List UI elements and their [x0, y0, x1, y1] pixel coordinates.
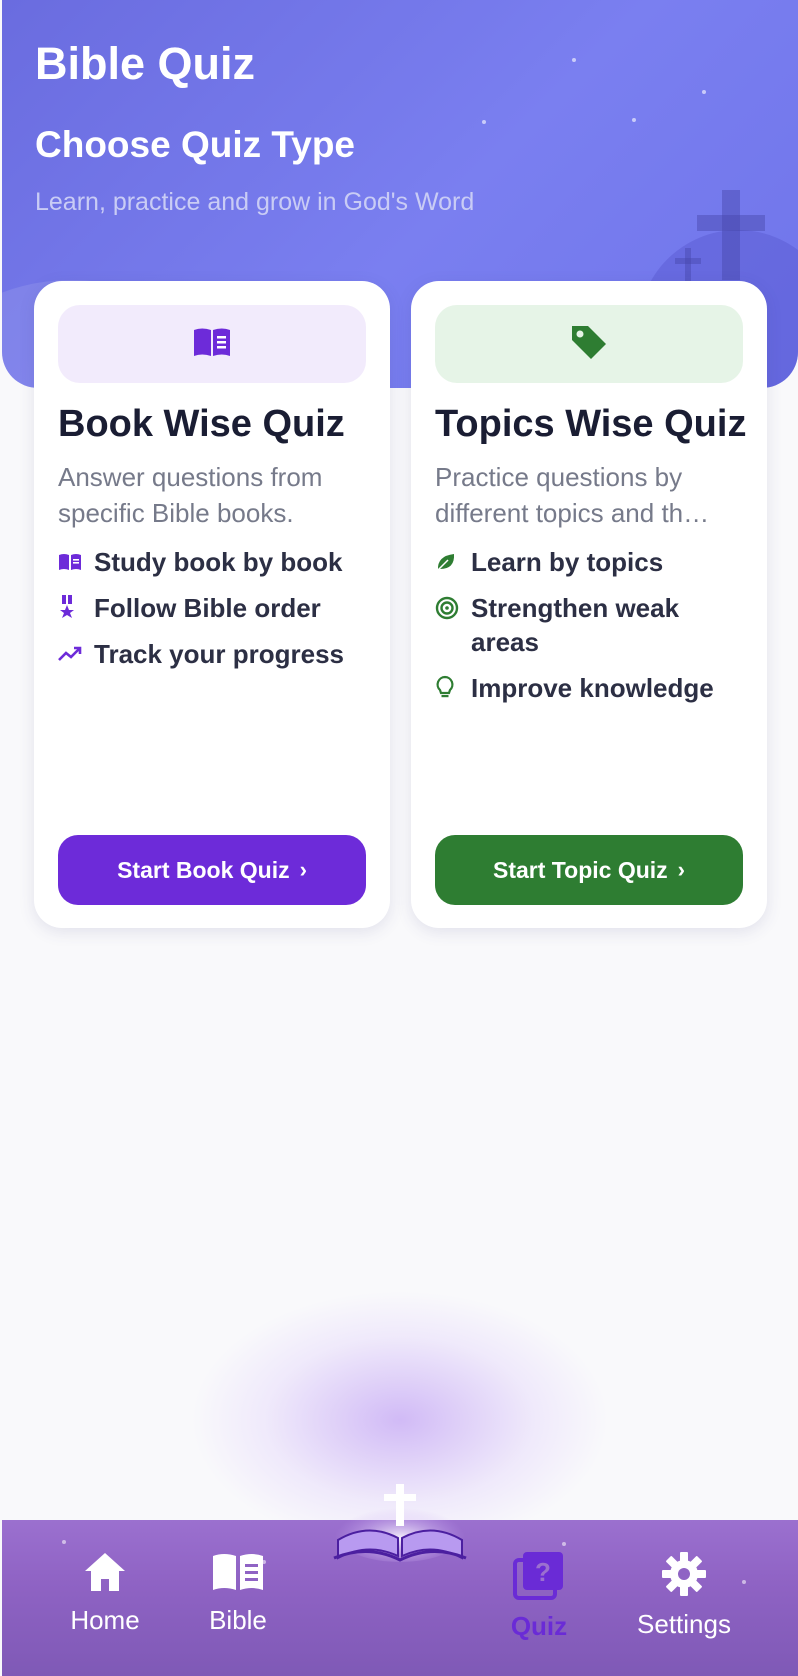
nav-label: Bible: [209, 1605, 267, 1635]
nav-label: Settings: [637, 1609, 731, 1639]
feature-label: Improve knowledge: [471, 673, 714, 703]
decorative-cross: [697, 215, 765, 231]
description-line: Practice questions by: [435, 462, 683, 492]
feature-label: Strengthen weak areas: [471, 593, 680, 657]
start-book-quiz-button[interactable]: Start Book Quiz ›: [58, 835, 366, 905]
lightbulb-icon: [435, 671, 461, 705]
decorative-star: [572, 58, 576, 62]
leaf-icon: [435, 545, 461, 579]
decorative-star: [482, 120, 486, 124]
nav-label: Quiz: [510, 1611, 568, 1641]
description-line: different topics and th…: [435, 498, 710, 528]
decorative-cross: [722, 190, 740, 280]
decorative-cross: [685, 248, 691, 282]
feature-list: Learn by topics Strengthen weak areas Im…: [435, 545, 751, 717]
card-icon-box: [435, 305, 743, 383]
decorative-cross: [675, 258, 701, 264]
feature-item: Follow Bible order: [58, 591, 374, 625]
nav-item-bible[interactable]: Bible: [178, 1550, 298, 1636]
decorative-star: [562, 1542, 566, 1546]
svg-text:?: ?: [535, 1557, 551, 1587]
open-book-icon: [192, 326, 232, 363]
feature-item: Study book by book: [58, 545, 374, 579]
glowing-bible-cross-icon[interactable]: [330, 1482, 470, 1562]
feature-label: Learn by topics: [471, 547, 664, 577]
card-description: Practice questions by different topics a…: [435, 459, 751, 531]
feature-label: Follow Bible order: [94, 593, 321, 623]
card-title: Book Wise Quiz: [58, 403, 345, 445]
book-wise-quiz-card[interactable]: Book Wise Quiz Answer questions from spe…: [34, 281, 390, 928]
settings-icon: [660, 1550, 708, 1603]
button-label: Start Book Quiz: [117, 856, 290, 883]
nav-item-quiz[interactable]: ? Quiz: [479, 1550, 599, 1642]
tag-icon: [569, 322, 609, 367]
book-icon: [58, 545, 84, 579]
decorative-star: [702, 90, 706, 94]
nav-item-settings[interactable]: Settings: [624, 1550, 744, 1640]
card-icon-box: [58, 305, 366, 383]
section-subtitle: Learn, practice and grow in God's Word: [35, 188, 475, 216]
feature-item: Improve knowledge: [435, 671, 751, 705]
nav-label: Home: [70, 1605, 140, 1635]
button-label: Start Topic Quiz: [493, 856, 668, 883]
start-topic-quiz-button[interactable]: Start Topic Quiz ›: [435, 835, 743, 905]
chevron-right-icon: ›: [677, 857, 685, 882]
feature-label: Track your progress: [94, 639, 344, 669]
feature-item: Learn by topics: [435, 545, 751, 579]
decorative-star: [632, 118, 636, 122]
nav-item-home[interactable]: Home: [45, 1550, 165, 1636]
medal-icon: [58, 591, 84, 625]
app-title: Bible Quiz: [35, 38, 256, 89]
home-icon: [82, 1550, 128, 1599]
feature-list: Study book by book Follow Bible order Tr…: [58, 545, 374, 683]
target-icon: [435, 591, 461, 625]
topics-wise-quiz-card[interactable]: Topics Wise Quiz Practice questions by d…: [411, 281, 767, 928]
card-description: Answer questions from specific Bible boo…: [58, 462, 323, 528]
chevron-right-icon: ›: [299, 857, 307, 882]
trending-up-icon: [58, 637, 84, 671]
feature-label: Study book by book: [94, 547, 343, 577]
quiz-icon: ?: [511, 1550, 567, 1605]
decorative-star: [62, 1540, 66, 1544]
feature-item: Strengthen weak areas: [435, 591, 751, 659]
section-title: Choose Quiz Type: [35, 124, 356, 165]
bible-icon: [210, 1550, 266, 1599]
feature-item: Track your progress: [58, 637, 374, 671]
card-title: Topics Wise Quiz: [435, 403, 747, 445]
